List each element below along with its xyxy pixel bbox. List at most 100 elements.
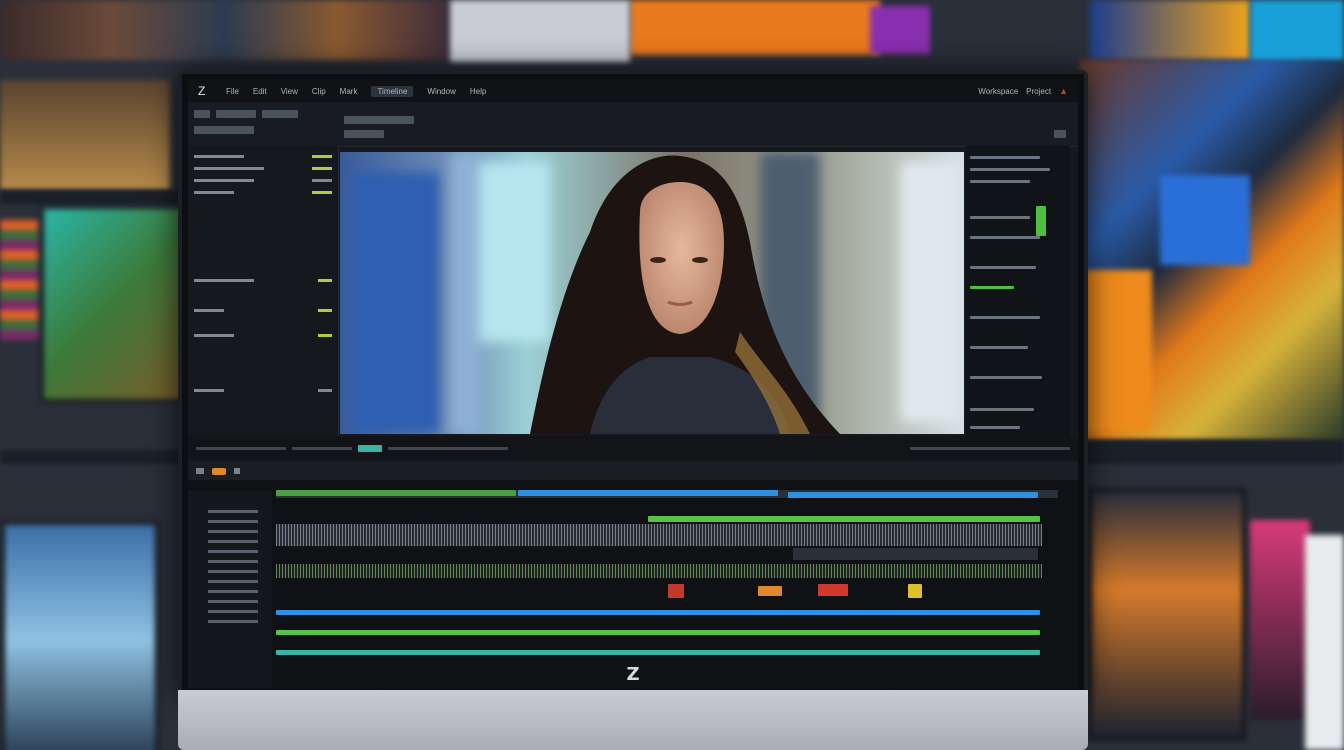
poster-right-blue [1160,175,1250,265]
poster-orange [630,0,880,55]
menu-view[interactable]: View [281,87,298,96]
toolbar-button[interactable] [1054,130,1066,138]
track-header[interactable] [208,610,258,613]
timeline-clip[interactable] [276,630,1040,635]
close-icon[interactable]: ▲ [1059,86,1068,96]
poster-left-upper [0,80,170,190]
logo-icon: Z [198,84,206,98]
timeline-clip[interactable] [648,516,1040,522]
left-stripes [0,220,38,340]
menu-mark[interactable]: Mark [340,87,358,96]
monitor: Z File Edit View Clip Mark Timeline Wind… [178,70,1088,698]
menu-right-group: Workspace Project ▲ [978,86,1068,96]
menu-bar: Z File Edit View Clip Mark Timeline Wind… [188,80,1078,102]
timeline-badge[interactable] [212,467,226,475]
track-header[interactable] [208,580,258,583]
track-header[interactable] [208,620,258,623]
menu-workspace[interactable]: Workspace [978,87,1018,96]
toolbar [188,102,1078,147]
shelf-right [1080,440,1344,454]
left-laptop [0,520,160,750]
menu-timeline[interactable]: Timeline [371,85,414,97]
list-item[interactable] [194,152,332,161]
toolbar-button[interactable] [262,110,298,118]
track-header[interactable] [208,550,258,553]
poster-blue-tr [1090,0,1250,60]
poster-wall-top [0,0,450,60]
list-item[interactable] [194,188,332,197]
track-header[interactable] [208,600,258,603]
timeline[interactable] [188,480,1078,688]
list-item[interactable] [194,331,332,340]
scope-row [970,376,1042,379]
right-dark-monitor [1088,488,1246,741]
menu-file[interactable]: File [226,87,239,96]
track-header[interactable] [208,560,258,563]
list-item[interactable] [194,386,332,395]
scrub-bar[interactable] [388,446,508,450]
poster-gray [450,0,630,62]
audio-waveform[interactable] [276,524,1042,546]
timeline-clip[interactable] [518,490,778,496]
scope-row [1036,206,1046,236]
menu-edit[interactable]: Edit [253,87,267,96]
timeline-header [188,462,1078,480]
track-header[interactable] [208,520,258,523]
toolbar-button[interactable] [344,116,414,124]
track-header[interactable] [208,570,258,573]
transport-bar [188,436,1078,460]
inspector-panel [188,146,339,436]
playhead-marker[interactable] [358,444,382,452]
preview-frame [340,152,964,434]
list-item[interactable] [194,176,332,185]
video-editor-screen: Z File Edit View Clip Mark Timeline Wind… [188,80,1078,688]
list-item[interactable] [194,164,332,173]
timeline-clip[interactable] [276,610,1040,615]
timeline-clip[interactable] [788,492,1038,498]
toolbar-button[interactable] [344,130,384,138]
timeline-clip[interactable] [908,584,922,598]
scope-row [970,426,1020,429]
monitor-stand-chin: Z [178,664,1088,750]
scrub-bar[interactable] [910,446,1070,450]
right-panel-pink [1250,520,1310,720]
timeline-clip[interactable] [758,586,782,596]
list-item[interactable] [194,276,332,285]
menu-project[interactable]: Project [1026,87,1051,96]
list-item[interactable] [194,306,332,315]
scope-row [970,236,1040,239]
scope-row [970,408,1034,411]
menu-clip[interactable]: Clip [312,87,326,96]
scope-row [970,346,1028,349]
scope-row [970,156,1040,159]
timeline-clip[interactable] [276,490,516,496]
track-header[interactable] [208,590,258,593]
menu-window[interactable]: Window [427,87,455,96]
poster-cyan-tr [1250,0,1344,62]
timeline-clip[interactable] [818,584,848,596]
scrub-bar[interactable] [196,446,286,450]
timeline-clip[interactable] [793,548,1038,560]
toolbar-button[interactable] [194,110,210,118]
track-header[interactable] [208,540,258,543]
scrub-bar[interactable] [292,446,352,450]
menu-help[interactable]: Help [470,87,486,96]
track-header[interactable] [208,530,258,533]
track-headers [188,490,272,688]
timeline-clip[interactable] [276,650,1040,655]
timeline-clip[interactable] [668,584,684,598]
track-header[interactable] [208,510,258,513]
toolbar-button[interactable] [194,126,254,134]
preview-viewer[interactable] [340,152,964,434]
timeline-tool-icon[interactable] [196,468,204,474]
scope-row [970,168,1050,171]
monitor-brand-logo: Z [626,664,640,685]
scope-row [970,216,1030,219]
poster-purple [870,6,930,54]
audio-waveform[interactable] [276,564,1042,578]
toolbar-button[interactable] [216,110,256,118]
scope-row [970,316,1040,319]
scope-row [970,266,1036,269]
timeline-tool-icon[interactable] [233,468,240,474]
scope-row [970,286,1014,289]
